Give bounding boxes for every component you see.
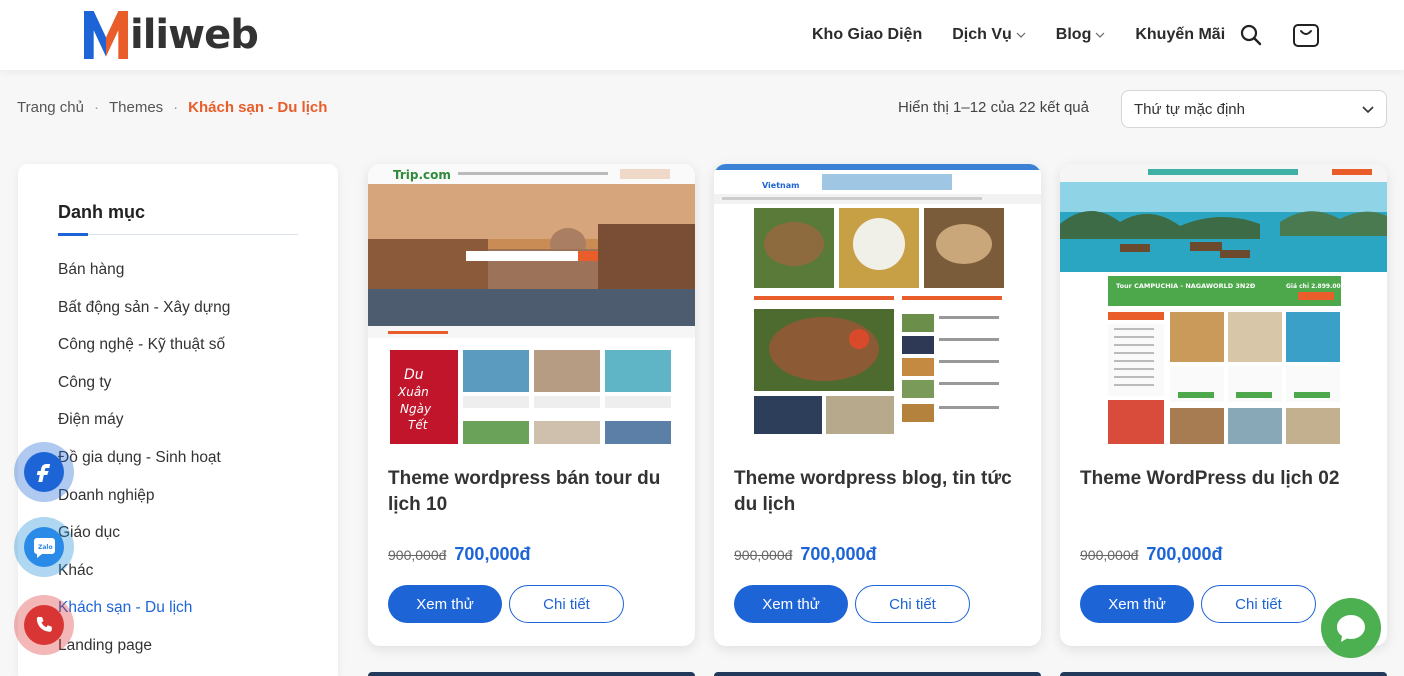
zalo-icon-wrap: Zalo (24, 527, 64, 567)
site-logo[interactable]: iliweb (84, 10, 259, 60)
nav-item-label: Kho Giao Diện (812, 26, 923, 43)
chat-button[interactable] (1321, 598, 1381, 658)
nav-item-label: Blog (1055, 26, 1092, 43)
svg-text:Vietnam: Vietnam (762, 181, 799, 190)
detail-button[interactable]: Chi tiết (855, 585, 970, 623)
svg-text:Giá chỉ 2.899.000: Giá chỉ 2.899.000 (1286, 283, 1345, 290)
price-row: 900,000đ 700,000đ (734, 544, 876, 565)
svg-text:Ngày: Ngày (400, 402, 432, 416)
category-sidebar: Danh mục Bán hàng Bất động sản - Xây dựn… (18, 164, 338, 676)
price-old: 900,000đ (1080, 547, 1139, 563)
detail-button[interactable]: Chi tiết (509, 585, 624, 623)
nav-item-kho-giao-dien[interactable]: Kho Giao Diện (812, 26, 922, 44)
zalo-icon: Zalo (34, 538, 55, 558)
nav-item-khuyen-mai[interactable]: Khuyến Mãi (1135, 26, 1225, 44)
breadcrumb: Trang chủ · Themes · Khách sạn - Du lịch (17, 99, 327, 116)
search-button[interactable] (1238, 22, 1264, 48)
breadcrumb-separator: · (173, 99, 179, 116)
category-item[interactable]: Công ty (58, 371, 230, 409)
category-item-active[interactable]: Khách sạn - Du lịch (58, 596, 230, 634)
price-row: 900,000đ 700,000đ (1080, 544, 1222, 565)
category-item[interactable]: Bán hàng (58, 258, 230, 296)
price-new: 700,000đ (800, 544, 877, 564)
product-card: Vietnam Theme wordpress blog, tin tức du… (714, 164, 1041, 646)
category-list: Bán hàng Bất động sản - Xây dựng Công ng… (58, 258, 230, 672)
facebook-icon-wrap (24, 452, 64, 492)
thumb-brand: Trip.com (393, 168, 451, 182)
price-new: 700,000đ (1146, 544, 1223, 564)
svg-text:Du: Du (404, 367, 424, 383)
sort-select[interactable]: Thứ tự mặc định (1121, 90, 1387, 128)
product-thumbnail[interactable]: Trip.com Du Xuân Ngày Tết (368, 164, 695, 444)
breadcrumb-themes[interactable]: Themes (109, 99, 163, 116)
svg-text:Tết: Tết (408, 418, 429, 432)
next-card-peek (368, 672, 695, 676)
try-button[interactable]: Xem thử (1080, 585, 1194, 623)
price-old: 900,000đ (734, 547, 793, 563)
next-card-peek (1060, 672, 1387, 676)
category-item[interactable]: Doanh nghiệp (58, 484, 230, 522)
category-item[interactable]: Điện máy (58, 408, 230, 446)
product-card: Trip.com Du Xuân Ngày Tết Theme wordpres… (368, 164, 695, 646)
category-item[interactable]: Bất động sản - Xây dựng (58, 296, 230, 334)
chat-icon (1337, 615, 1365, 642)
product-title[interactable]: Theme wordpress bán tour du lịch 10 (388, 466, 678, 518)
product-card: Tour CAMPUCHIA - NAGAWORLD 3N2Đ Giá chỉ … (1060, 164, 1387, 646)
price-row: 900,000đ 700,000đ (388, 544, 530, 565)
category-item[interactable]: Landing page (58, 634, 230, 672)
nav-item-label: Khuyến Mãi (1135, 26, 1226, 43)
breadcrumb-current: Khách sạn - Du lịch (188, 99, 328, 116)
category-item[interactable]: Khác (58, 559, 230, 597)
svg-text:Xuân: Xuân (397, 385, 429, 399)
phone-button[interactable] (14, 595, 74, 655)
category-item[interactable]: Công nghệ - Kỹ thuật số (58, 333, 230, 371)
chevron-down-icon (1095, 30, 1105, 41)
facebook-icon (36, 464, 51, 482)
product-title[interactable]: Theme wordpress blog, tin tức du lịch (734, 466, 1024, 518)
chevron-down-icon (1016, 30, 1026, 41)
nav-item-label: Dịch Vụ (952, 26, 1012, 43)
next-card-peek (714, 672, 1041, 676)
nav-item-blog[interactable]: Blog (1056, 26, 1106, 44)
nav-item-dich-vu[interactable]: Dịch Vụ (952, 26, 1026, 44)
try-button[interactable]: Xem thử (388, 585, 502, 623)
price-new: 700,000đ (454, 544, 531, 564)
cart-icon (1293, 24, 1319, 47)
category-item[interactable]: Giáo dục (58, 521, 230, 559)
site-header: iliweb Kho Giao Diện Dịch Vụ Blog Khuyến… (0, 0, 1404, 70)
category-item[interactable]: Đồ gia dụng - Sinh hoạt (58, 446, 230, 484)
svg-text:Tour CAMPUCHIA - NAGAWORLD 3N2: Tour CAMPUCHIA - NAGAWORLD 3N2Đ (1116, 282, 1256, 290)
price-old: 900,000đ (388, 547, 447, 563)
product-thumbnail[interactable]: Tour CAMPUCHIA - NAGAWORLD 3N2Đ Giá chỉ … (1060, 164, 1387, 444)
product-thumbnail[interactable]: Vietnam (714, 164, 1041, 444)
logo-text: iliweb (130, 12, 259, 58)
chevron-down-icon (1362, 101, 1374, 118)
logo-m-mark (84, 11, 128, 59)
breadcrumb-separator: · (93, 99, 99, 116)
svg-text:Zalo: Zalo (38, 544, 53, 551)
sidebar-title: Danh mục (58, 202, 146, 222)
facebook-button[interactable] (14, 442, 74, 502)
detail-button[interactable]: Chi tiết (1201, 585, 1316, 623)
phone-icon-wrap (24, 605, 64, 645)
sidebar-divider (58, 233, 298, 236)
sort-selected-value: Thứ tự mặc định (1134, 100, 1245, 118)
try-button[interactable]: Xem thử (734, 585, 848, 623)
zalo-button[interactable]: Zalo (14, 517, 74, 577)
result-count: Hiển thị 1–12 của 22 kết quả (898, 99, 1089, 116)
phone-icon (36, 616, 52, 632)
product-title[interactable]: Theme WordPress du lịch 02 (1080, 466, 1370, 492)
cart-button[interactable] (1290, 18, 1322, 50)
breadcrumb-home[interactable]: Trang chủ (17, 99, 84, 116)
main-nav: Kho Giao Diện Dịch Vụ Blog Khuyến Mãi (812, 22, 1255, 48)
search-icon (1240, 24, 1262, 46)
